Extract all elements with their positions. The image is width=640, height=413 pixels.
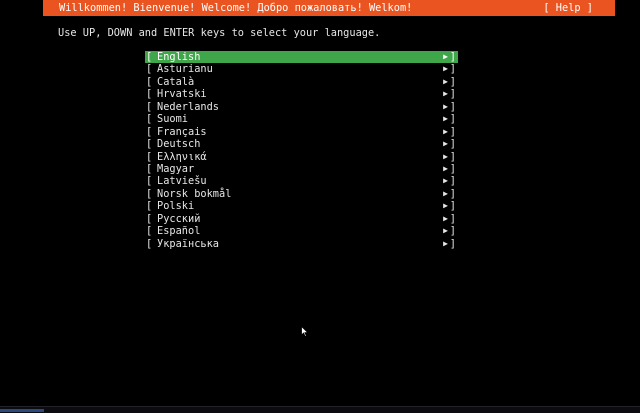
- close-bracket: ]: [449, 200, 456, 213]
- bottom-bar: [0, 406, 640, 413]
- triangle-right-icon: ▶: [443, 188, 448, 198]
- open-bracket: [: [146, 51, 153, 63]
- help-button[interactable]: [ Help ]: [543, 0, 593, 16]
- close-bracket: ]: [449, 187, 456, 200]
- language-label: Deutsch: [157, 138, 201, 151]
- language-label: Català: [157, 75, 195, 88]
- progress-segment: [0, 409, 44, 412]
- triangle-right-icon: ▶: [443, 238, 448, 248]
- language-label: Hrvatski: [157, 88, 207, 101]
- close-bracket: ]: [449, 100, 456, 113]
- language-option[interactable]: [ Norsk bokmål ▶]: [145, 188, 458, 200]
- language-option[interactable]: [ Hrvatski ▶]: [145, 88, 458, 100]
- language-option[interactable]: [ Français ▶]: [145, 126, 458, 138]
- language-label: Русский: [157, 212, 201, 225]
- open-bracket: [: [146, 150, 153, 163]
- open-bracket: [: [146, 225, 153, 238]
- language-label: Nederlands: [157, 100, 219, 113]
- header-bar: Willkommen! Bienvenue! Welcome! Добро по…: [43, 0, 615, 16]
- triangle-right-icon: ▶: [443, 89, 448, 99]
- open-bracket: [: [146, 175, 153, 188]
- language-label: Español: [157, 225, 201, 238]
- instructions-text: Use UP, DOWN and ENTER keys to select yo…: [58, 27, 381, 39]
- close-bracket: ]: [449, 237, 456, 250]
- open-bracket: [: [146, 187, 153, 200]
- open-bracket: [: [146, 237, 153, 250]
- language-label: Asturianu: [157, 63, 213, 76]
- close-bracket: ]: [449, 150, 456, 163]
- close-bracket: ]: [449, 212, 456, 225]
- language-label: Ελληνικά: [157, 150, 207, 163]
- triangle-right-icon: ▶: [443, 52, 448, 61]
- language-option[interactable]: [ Ελληνικά ▶]: [145, 151, 458, 163]
- open-bracket: [: [146, 100, 153, 113]
- close-bracket: ]: [449, 175, 456, 188]
- language-option[interactable]: [ Nederlands ▶]: [145, 101, 458, 113]
- open-bracket: [: [146, 125, 153, 138]
- language-option[interactable]: [ Українська ▶]: [145, 238, 458, 250]
- language-option[interactable]: [ Español ▶]: [145, 225, 458, 237]
- open-bracket: [: [146, 88, 153, 101]
- language-option[interactable]: [ Català ▶]: [145, 76, 458, 88]
- triangle-right-icon: ▶: [443, 101, 448, 111]
- triangle-right-icon: ▶: [443, 213, 448, 223]
- language-label: Polski: [157, 200, 195, 213]
- close-bracket: ]: [449, 63, 456, 76]
- open-bracket: [: [146, 113, 153, 126]
- triangle-right-icon: ▶: [443, 226, 448, 236]
- language-list: [ English ▶] [ Asturianu ▶] [ Català ▶] [ Hrvatski…: [145, 51, 458, 250]
- triangle-right-icon: ▶: [443, 126, 448, 136]
- close-bracket: ]: [449, 51, 456, 63]
- language-label: Français: [157, 125, 207, 138]
- triangle-right-icon: ▶: [443, 201, 448, 211]
- close-bracket: ]: [449, 75, 456, 88]
- open-bracket: [: [146, 63, 153, 76]
- close-bracket: ]: [449, 162, 456, 175]
- language-option[interactable]: [ Polski ▶]: [145, 200, 458, 212]
- language-option[interactable]: [ Latviešu ▶]: [145, 175, 458, 187]
- language-option[interactable]: [ English ▶]: [145, 51, 458, 64]
- language-label: Norsk bokmål: [157, 187, 232, 200]
- triangle-right-icon: ▶: [443, 163, 448, 173]
- close-bracket: ]: [449, 138, 456, 151]
- language-option[interactable]: [ Русский ▶]: [145, 213, 458, 225]
- close-bracket: ]: [449, 125, 456, 138]
- close-bracket: ]: [449, 113, 456, 126]
- language-label: Magyar: [157, 162, 195, 175]
- open-bracket: [: [146, 138, 153, 151]
- language-label: English: [157, 51, 201, 63]
- triangle-right-icon: ▶: [443, 176, 448, 186]
- close-bracket: ]: [449, 225, 456, 238]
- close-bracket: ]: [449, 88, 456, 101]
- language-label: Suomi: [157, 113, 188, 126]
- language-option[interactable]: [ Asturianu ▶]: [145, 63, 458, 75]
- triangle-right-icon: ▶: [443, 64, 448, 74]
- language-option[interactable]: [ Deutsch ▶]: [145, 138, 458, 150]
- open-bracket: [: [146, 200, 153, 213]
- language-label: Latviešu: [157, 175, 207, 188]
- triangle-right-icon: ▶: [443, 151, 448, 161]
- triangle-right-icon: ▶: [443, 114, 448, 124]
- language-label: Українська: [157, 237, 219, 250]
- triangle-right-icon: ▶: [443, 76, 448, 86]
- language-option[interactable]: [ Suomi ▶]: [145, 113, 458, 125]
- open-bracket: [: [146, 162, 153, 175]
- welcome-title: Willkommen! Bienvenue! Welcome! Добро по…: [59, 2, 413, 14]
- language-option[interactable]: [ Magyar ▶]: [145, 163, 458, 175]
- open-bracket: [: [146, 75, 153, 88]
- triangle-right-icon: ▶: [443, 139, 448, 149]
- open-bracket: [: [146, 212, 153, 225]
